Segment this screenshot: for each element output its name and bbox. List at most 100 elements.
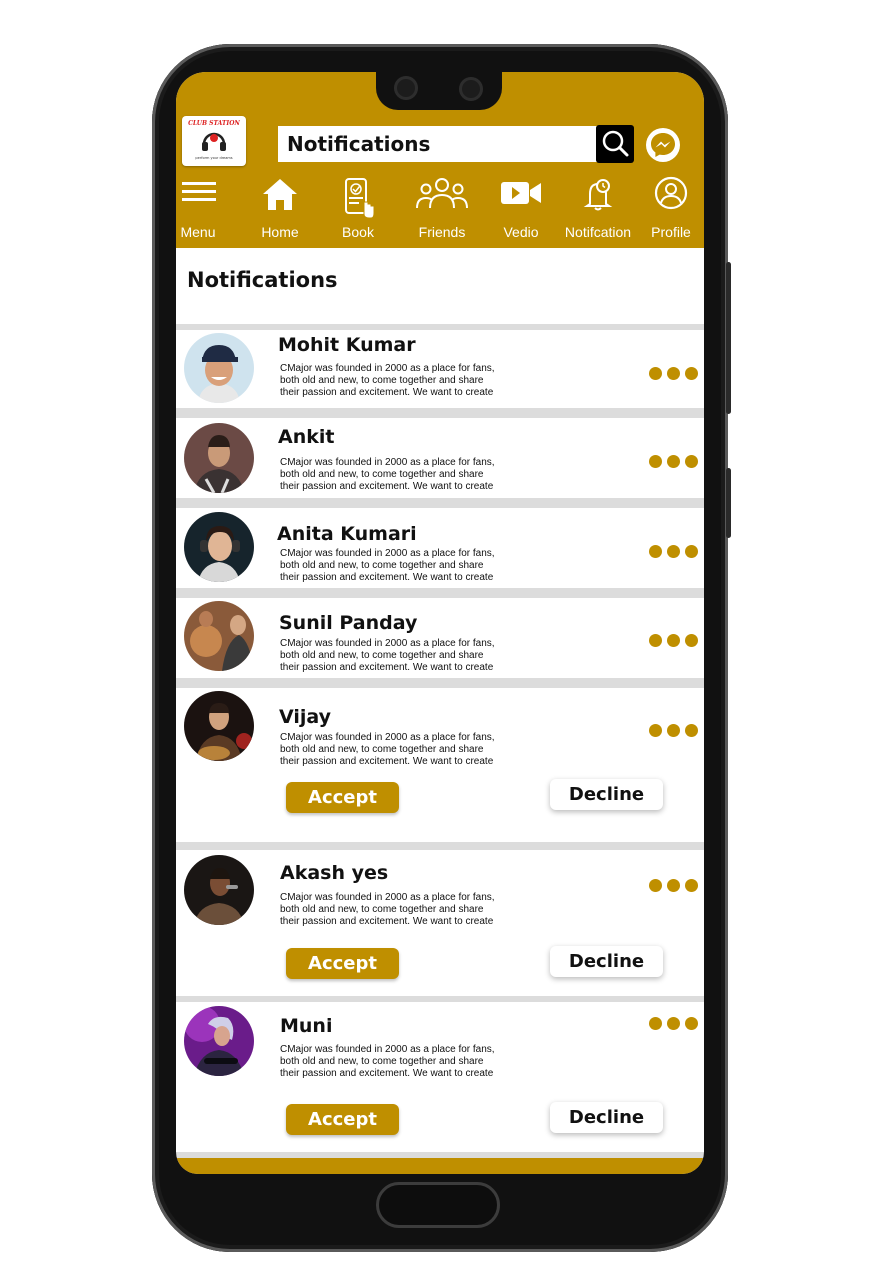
- accept-button[interactable]: Accept: [286, 782, 399, 813]
- notification-card[interactable]: Akash yes CMajor was founded in 2000 as …: [176, 850, 704, 996]
- card-body-line: both old and new, to come together and s…: [280, 650, 484, 661]
- card-name: Ankit: [278, 426, 335, 448]
- notification-card[interactable]: Ankit CMajor was founded in 2000 as a pl…: [176, 418, 704, 498]
- more-options-icon[interactable]: [649, 367, 701, 381]
- decline-button[interactable]: Decline: [550, 1102, 663, 1133]
- home-button[interactable]: [376, 1182, 500, 1228]
- notification-card[interactable]: Vijay CMajor was founded in 2000 as a pl…: [176, 688, 704, 842]
- notification-card[interactable]: Muni CMajor was founded in 2000 as a pla…: [176, 1002, 704, 1152]
- card-name: Vijay: [279, 706, 332, 728]
- nav-video[interactable]: Vedio: [498, 176, 544, 240]
- card-body-line: their passion and excitement. We want to…: [280, 916, 494, 927]
- menu-icon: [182, 182, 216, 201]
- notification-card[interactable]: Anita Kumari CMajor was founded in 2000 …: [176, 508, 704, 588]
- avatar[interactable]: [184, 333, 254, 403]
- person-photo-icon: [184, 855, 254, 925]
- card-body-line: both old and new, to come together and s…: [280, 1056, 484, 1067]
- nav-label-notification: Notifcation: [564, 224, 632, 240]
- card-body-line: both old and new, to come together and s…: [280, 375, 484, 386]
- search-input[interactable]: Notifications: [278, 126, 600, 162]
- card-name: Mohit Kumar: [278, 334, 416, 356]
- nav-profile[interactable]: Profile: [646, 176, 696, 240]
- card-body-line: both old and new, to come together and s…: [280, 560, 484, 571]
- nav-menu[interactable]: Menu: [176, 176, 220, 240]
- avatar[interactable]: [184, 691, 254, 761]
- power-button: [726, 468, 731, 538]
- card-body-line: their passion and excitement. We want to…: [280, 1068, 494, 1079]
- avatar[interactable]: [184, 855, 254, 925]
- card-name: Sunil Panday: [279, 612, 418, 634]
- nav-label-home: Home: [261, 224, 299, 240]
- person-photo-icon: [184, 1006, 254, 1076]
- headphones-logo-icon: [202, 132, 226, 151]
- nav-label-video: Vedio: [503, 224, 539, 240]
- card-body: CMajor was founded in 2000 as a place fo…: [280, 457, 500, 493]
- card-body: CMajor was founded in 2000 as a place fo…: [280, 1044, 500, 1080]
- person-photo-icon: [184, 601, 254, 671]
- avatar[interactable]: [184, 423, 254, 493]
- notification-card[interactable]: Mohit Kumar CMajor was founded in 2000 a…: [176, 330, 704, 408]
- card-body-line: their passion and excitement. We want to…: [280, 387, 494, 398]
- more-options-icon[interactable]: [649, 545, 701, 559]
- card-body-line: CMajor was founded in 2000 as a place fo…: [280, 457, 495, 468]
- card-body: CMajor was founded in 2000 as a place fo…: [280, 363, 500, 399]
- page-title-bar: Notifications: [176, 248, 704, 324]
- nav-label-friends: Friends: [418, 224, 466, 240]
- person-photo-icon: [184, 691, 254, 761]
- person-photo-icon: [184, 512, 254, 582]
- app-screen: CLUB STATION perform your dreams Notific…: [176, 72, 704, 1174]
- card-name: Muni: [280, 1015, 333, 1037]
- avatar[interactable]: [184, 1006, 254, 1076]
- card-body-line: their passion and excitement. We want to…: [280, 572, 494, 583]
- nav-label-book: Book: [342, 224, 374, 240]
- search-button[interactable]: [596, 125, 634, 163]
- card-body-line: CMajor was founded in 2000 as a place fo…: [280, 548, 495, 559]
- card-body: CMajor was founded in 2000 as a place fo…: [280, 892, 500, 928]
- logo-tagline: perform your dreams: [195, 156, 233, 160]
- decline-button[interactable]: Decline: [550, 946, 663, 977]
- accept-button[interactable]: Accept: [286, 948, 399, 979]
- nav-label-menu: Menu: [180, 224, 216, 240]
- more-options-icon[interactable]: [649, 1017, 701, 1031]
- card-body-line: both old and new, to come together and s…: [280, 469, 484, 480]
- nav-label-profile: Profile: [651, 224, 691, 240]
- avatar[interactable]: [184, 601, 254, 671]
- notification-card[interactable]: Sunil Panday CMajor was founded in 2000 …: [176, 598, 704, 678]
- nav-friends[interactable]: Friends: [412, 176, 472, 240]
- card-name: Anita Kumari: [277, 523, 417, 545]
- card-name: Akash yes: [280, 862, 389, 884]
- more-options-icon[interactable]: [649, 455, 701, 469]
- decline-button[interactable]: Decline: [550, 779, 663, 810]
- nav-home[interactable]: Home: [256, 176, 304, 240]
- card-body-line: CMajor was founded in 2000 as a place fo…: [280, 363, 495, 374]
- book-icon: [345, 178, 375, 219]
- card-body-line: their passion and excitement. We want to…: [280, 756, 494, 767]
- more-options-icon[interactable]: [649, 879, 701, 893]
- more-options-icon[interactable]: [649, 724, 701, 738]
- nav-book[interactable]: Book: [336, 176, 380, 240]
- speaker-icon: [394, 76, 418, 100]
- card-body-line: CMajor was founded in 2000 as a place fo…: [280, 638, 495, 649]
- page-title: Notifications: [187, 268, 338, 292]
- friends-icon: [416, 178, 468, 209]
- nav-notification[interactable]: Notifcation: [558, 176, 638, 240]
- app-logo[interactable]: CLUB STATION perform your dreams: [182, 116, 246, 166]
- card-body-line: their passion and excitement. We want to…: [280, 481, 494, 492]
- bottom-bar: [176, 1158, 704, 1174]
- search-icon: [602, 130, 629, 157]
- card-body: CMajor was founded in 2000 as a place fo…: [280, 548, 500, 584]
- more-options-icon[interactable]: [649, 634, 701, 648]
- search-value: Notifications: [287, 132, 431, 156]
- card-body-line: their passion and excitement. We want to…: [280, 662, 494, 673]
- profile-icon: [654, 176, 688, 210]
- card-body-line: both old and new, to come together and s…: [280, 744, 484, 755]
- messenger-button[interactable]: [646, 128, 680, 162]
- home-icon: [263, 179, 297, 210]
- card-body: CMajor was founded in 2000 as a place fo…: [280, 638, 500, 674]
- volume-button: [726, 262, 731, 414]
- video-icon: [501, 182, 541, 204]
- card-body-line: CMajor was founded in 2000 as a place fo…: [280, 1044, 495, 1055]
- card-body-line: CMajor was founded in 2000 as a place fo…: [280, 892, 495, 903]
- accept-button[interactable]: Accept: [286, 1104, 399, 1135]
- avatar[interactable]: [184, 512, 254, 582]
